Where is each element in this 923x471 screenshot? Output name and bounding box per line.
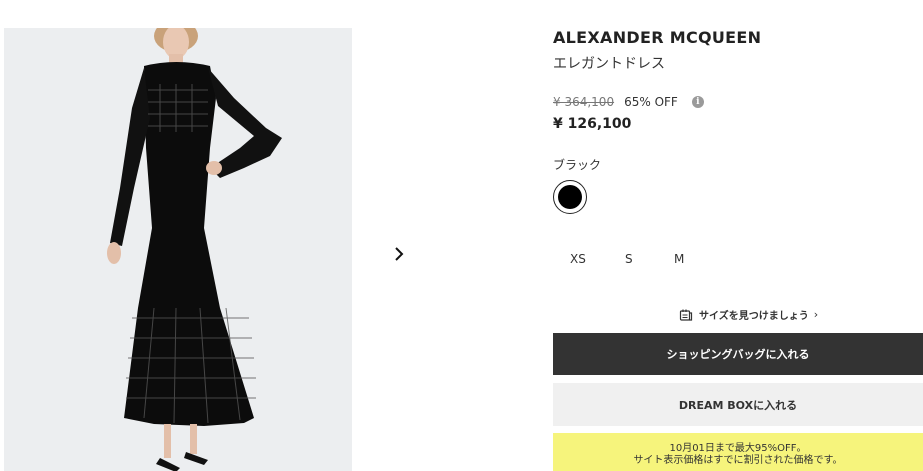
add-to-bag-button[interactable]: ショッピングバッグに入れる [553, 333, 923, 375]
original-price: ¥ 364,100 [553, 95, 615, 109]
size-option-xs[interactable]: XS [570, 252, 586, 266]
size-selector: XS S M [553, 252, 713, 270]
product-image[interactable] [4, 28, 352, 471]
color-label: ブラック [553, 158, 602, 172]
promo-line-2: サイト表示価格はすでに割引された価格です。 [633, 455, 843, 466]
color-swatch-black[interactable] [553, 180, 587, 214]
chevron-right-icon [395, 247, 404, 261]
info-icon[interactable]: i [691, 96, 704, 108]
size-option-m[interactable]: M [674, 252, 684, 266]
promo-banner: 10月01日まで最大95%OFF。 サイト表示価格はすでに割引された価格です。 [553, 433, 923, 471]
color-swatch-fill [558, 185, 582, 209]
gallery-next-button[interactable] [389, 244, 409, 264]
product-name: エレガントドレス [553, 56, 665, 72]
dream-box-button[interactable]: DREAM BOXに入れる [553, 383, 923, 426]
size-finder-label: サイズを見つけましょう [699, 311, 809, 322]
product-info-panel: ALEXANDER MCQUEEN エレガントドレス ¥ 364,100 65%… [553, 0, 923, 471]
size-option-s[interactable]: S [625, 252, 633, 266]
discount-label: 65% OFF [624, 95, 678, 109]
size-finder-link[interactable]: サイズを見つけましょう › [679, 307, 818, 322]
chevron-right-icon: › [813, 308, 819, 321]
size-guide-icon [679, 309, 693, 321]
promo-line-1: 10月01日まで最大95%OFF。 [669, 443, 807, 454]
price-row: ¥ 364,100 65% OFF i [553, 95, 704, 109]
dress-model-illustration [4, 28, 352, 471]
sale-price: ¥ 126,100 [553, 116, 632, 132]
brand-name[interactable]: ALEXANDER MCQUEEN [553, 28, 761, 47]
